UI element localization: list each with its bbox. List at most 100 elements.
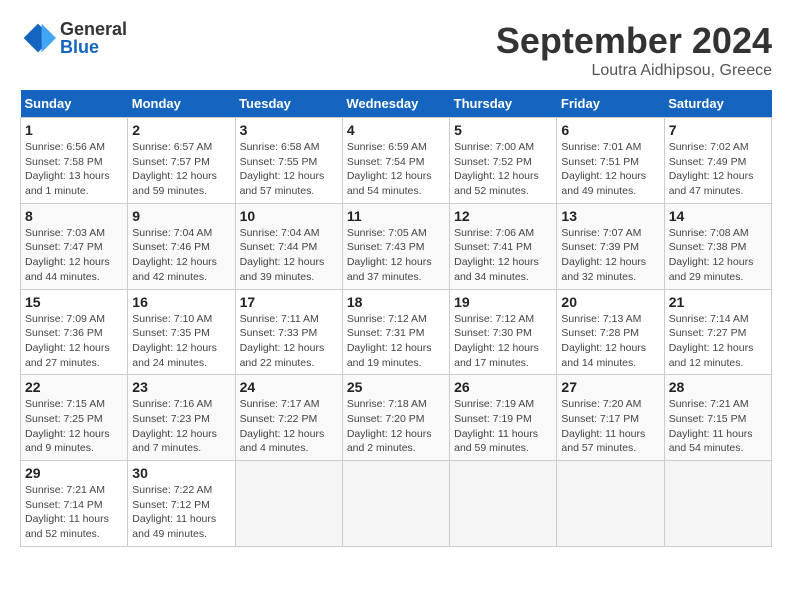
day-cell-7: 7 Sunrise: 7:02 AMSunset: 7:49 PMDayligh… [664, 118, 771, 204]
day-cell-27: 27 Sunrise: 7:20 AMSunset: 7:17 PMDaylig… [557, 375, 664, 461]
day-number: 29 [25, 465, 123, 481]
col-friday: Friday [557, 90, 664, 118]
day-info: Sunrise: 7:13 AMSunset: 7:28 PMDaylight:… [561, 312, 659, 371]
day-cell-4: 4 Sunrise: 6:59 AMSunset: 7:54 PMDayligh… [342, 118, 449, 204]
day-number: 19 [454, 294, 552, 310]
day-cell-8: 8 Sunrise: 7:03 AMSunset: 7:47 PMDayligh… [21, 203, 128, 289]
day-cell-20: 20 Sunrise: 7:13 AMSunset: 7:28 PMDaylig… [557, 289, 664, 375]
day-number: 4 [347, 122, 445, 138]
empty-cell [557, 461, 664, 547]
day-number: 30 [132, 465, 230, 481]
day-info: Sunrise: 7:11 AMSunset: 7:33 PMDaylight:… [240, 312, 338, 371]
day-number: 23 [132, 379, 230, 395]
day-cell-22: 22 Sunrise: 7:15 AMSunset: 7:25 PMDaylig… [21, 375, 128, 461]
day-info: Sunrise: 7:09 AMSunset: 7:36 PMDaylight:… [25, 312, 123, 371]
day-info: Sunrise: 7:12 AMSunset: 7:31 PMDaylight:… [347, 312, 445, 371]
day-cell-19: 19 Sunrise: 7:12 AMSunset: 7:30 PMDaylig… [450, 289, 557, 375]
calendar-week-5: 29 Sunrise: 7:21 AMSunset: 7:14 PMDaylig… [21, 461, 772, 547]
col-sunday: Sunday [21, 90, 128, 118]
day-cell-9: 9 Sunrise: 7:04 AMSunset: 7:46 PMDayligh… [128, 203, 235, 289]
day-info: Sunrise: 7:05 AMSunset: 7:43 PMDaylight:… [347, 226, 445, 285]
day-cell-25: 25 Sunrise: 7:18 AMSunset: 7:20 PMDaylig… [342, 375, 449, 461]
empty-cell [342, 461, 449, 547]
day-number: 2 [132, 122, 230, 138]
day-info: Sunrise: 7:06 AMSunset: 7:41 PMDaylight:… [454, 226, 552, 285]
logo-blue: Blue [60, 38, 127, 56]
day-info: Sunrise: 7:01 AMSunset: 7:51 PMDaylight:… [561, 140, 659, 199]
day-number: 26 [454, 379, 552, 395]
calendar-week-3: 15 Sunrise: 7:09 AMSunset: 7:36 PMDaylig… [21, 289, 772, 375]
day-cell-17: 17 Sunrise: 7:11 AMSunset: 7:33 PMDaylig… [235, 289, 342, 375]
day-info: Sunrise: 7:19 AMSunset: 7:19 PMDaylight:… [454, 397, 552, 456]
day-cell-11: 11 Sunrise: 7:05 AMSunset: 7:43 PMDaylig… [342, 203, 449, 289]
day-number: 5 [454, 122, 552, 138]
calendar-table: Sunday Monday Tuesday Wednesday Thursday… [20, 90, 772, 547]
col-wednesday: Wednesday [342, 90, 449, 118]
day-cell-16: 16 Sunrise: 7:10 AMSunset: 7:35 PMDaylig… [128, 289, 235, 375]
day-cell-1: 1 Sunrise: 6:56 AMSunset: 7:58 PMDayligh… [21, 118, 128, 204]
page-header: General Blue September 2024 Loutra Aidhi… [20, 20, 772, 80]
logo-text: General Blue [60, 20, 127, 56]
day-info: Sunrise: 7:08 AMSunset: 7:38 PMDaylight:… [669, 226, 767, 285]
day-number: 10 [240, 208, 338, 224]
month-title: September 2024 [496, 20, 772, 62]
day-info: Sunrise: 6:56 AMSunset: 7:58 PMDaylight:… [25, 140, 123, 199]
col-tuesday: Tuesday [235, 90, 342, 118]
logo-icon [20, 20, 56, 56]
day-number: 25 [347, 379, 445, 395]
day-info: Sunrise: 7:04 AMSunset: 7:46 PMDaylight:… [132, 226, 230, 285]
day-cell-14: 14 Sunrise: 7:08 AMSunset: 7:38 PMDaylig… [664, 203, 771, 289]
day-number: 1 [25, 122, 123, 138]
day-info: Sunrise: 7:12 AMSunset: 7:30 PMDaylight:… [454, 312, 552, 371]
day-info: Sunrise: 7:14 AMSunset: 7:27 PMDaylight:… [669, 312, 767, 371]
day-cell-30: 30 Sunrise: 7:22 AMSunset: 7:12 PMDaylig… [128, 461, 235, 547]
day-cell-21: 21 Sunrise: 7:14 AMSunset: 7:27 PMDaylig… [664, 289, 771, 375]
day-info: Sunrise: 7:22 AMSunset: 7:12 PMDaylight:… [132, 483, 230, 542]
day-number: 28 [669, 379, 767, 395]
day-number: 27 [561, 379, 659, 395]
day-cell-10: 10 Sunrise: 7:04 AMSunset: 7:44 PMDaylig… [235, 203, 342, 289]
day-number: 15 [25, 294, 123, 310]
day-info: Sunrise: 7:04 AMSunset: 7:44 PMDaylight:… [240, 226, 338, 285]
day-number: 6 [561, 122, 659, 138]
day-info: Sunrise: 7:10 AMSunset: 7:35 PMDaylight:… [132, 312, 230, 371]
empty-cell [235, 461, 342, 547]
day-info: Sunrise: 7:20 AMSunset: 7:17 PMDaylight:… [561, 397, 659, 456]
day-info: Sunrise: 7:15 AMSunset: 7:25 PMDaylight:… [25, 397, 123, 456]
day-number: 24 [240, 379, 338, 395]
day-info: Sunrise: 7:00 AMSunset: 7:52 PMDaylight:… [454, 140, 552, 199]
day-number: 3 [240, 122, 338, 138]
day-number: 22 [25, 379, 123, 395]
day-number: 9 [132, 208, 230, 224]
title-block: September 2024 Loutra Aidhipsou, Greece [496, 20, 772, 80]
day-info: Sunrise: 7:18 AMSunset: 7:20 PMDaylight:… [347, 397, 445, 456]
day-info: Sunrise: 7:21 AMSunset: 7:14 PMDaylight:… [25, 483, 123, 542]
day-number: 20 [561, 294, 659, 310]
day-cell-15: 15 Sunrise: 7:09 AMSunset: 7:36 PMDaylig… [21, 289, 128, 375]
day-number: 12 [454, 208, 552, 224]
day-number: 7 [669, 122, 767, 138]
day-info: Sunrise: 7:07 AMSunset: 7:39 PMDaylight:… [561, 226, 659, 285]
day-cell-5: 5 Sunrise: 7:00 AMSunset: 7:52 PMDayligh… [450, 118, 557, 204]
logo-general: General [60, 20, 127, 38]
day-info: Sunrise: 6:59 AMSunset: 7:54 PMDaylight:… [347, 140, 445, 199]
empty-cell [450, 461, 557, 547]
col-monday: Monday [128, 90, 235, 118]
day-cell-24: 24 Sunrise: 7:17 AMSunset: 7:22 PMDaylig… [235, 375, 342, 461]
day-cell-13: 13 Sunrise: 7:07 AMSunset: 7:39 PMDaylig… [557, 203, 664, 289]
day-info: Sunrise: 7:16 AMSunset: 7:23 PMDaylight:… [132, 397, 230, 456]
day-cell-26: 26 Sunrise: 7:19 AMSunset: 7:19 PMDaylig… [450, 375, 557, 461]
day-number: 21 [669, 294, 767, 310]
day-number: 18 [347, 294, 445, 310]
calendar-header-row: Sunday Monday Tuesday Wednesday Thursday… [21, 90, 772, 118]
day-info: Sunrise: 7:21 AMSunset: 7:15 PMDaylight:… [669, 397, 767, 456]
col-thursday: Thursday [450, 90, 557, 118]
day-info: Sunrise: 6:57 AMSunset: 7:57 PMDaylight:… [132, 140, 230, 199]
logo: General Blue [20, 20, 127, 56]
day-cell-23: 23 Sunrise: 7:16 AMSunset: 7:23 PMDaylig… [128, 375, 235, 461]
day-cell-2: 2 Sunrise: 6:57 AMSunset: 7:57 PMDayligh… [128, 118, 235, 204]
calendar-week-2: 8 Sunrise: 7:03 AMSunset: 7:47 PMDayligh… [21, 203, 772, 289]
day-info: Sunrise: 7:03 AMSunset: 7:47 PMDaylight:… [25, 226, 123, 285]
day-cell-18: 18 Sunrise: 7:12 AMSunset: 7:31 PMDaylig… [342, 289, 449, 375]
calendar-week-4: 22 Sunrise: 7:15 AMSunset: 7:25 PMDaylig… [21, 375, 772, 461]
